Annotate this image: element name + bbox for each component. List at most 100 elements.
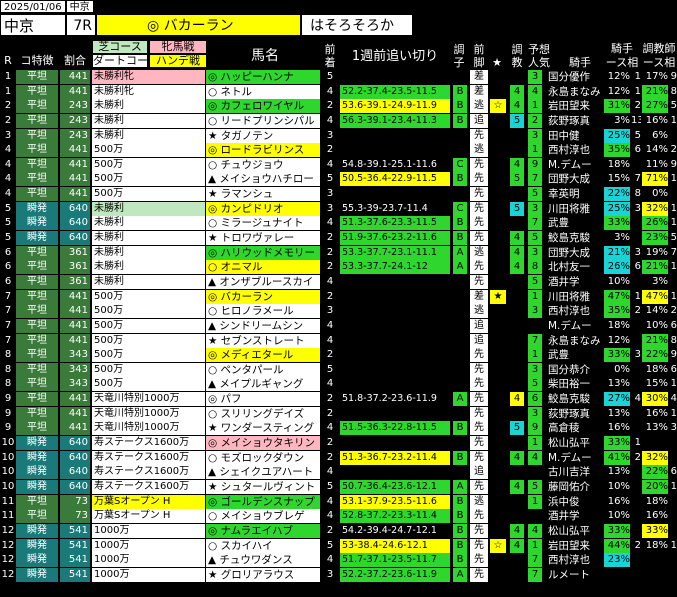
workout-cell (340, 407, 450, 421)
jockey-rank-cell (631, 363, 641, 377)
table-row[interactable]: 12 瞬発 541 1000万 ◎ ナムラエイハブ 2 54.2-39.4-24.7-12.… (0, 523, 677, 539)
course-trait-cell: 平坦 (16, 289, 58, 304)
jockey-cell: 浜中俊 (548, 495, 580, 508)
table-row[interactable]: 3 平坦 243 未勝利 ★ タガノテン 3 先 3 田中健 25% 5 6% (0, 128, 677, 144)
class-cell: 万葉Sオープン H (92, 509, 206, 524)
jockey-cell: 岩田望来 (548, 100, 590, 113)
jockey-cell: 西村淳也 (548, 144, 590, 157)
prev-finish-cell: 3 (326, 305, 334, 317)
class-cell: 未勝利 (92, 260, 206, 275)
table-row[interactable]: 8 平坦 343 500万 ○ ペンタパール 5 先 3 国分恭介 0% 18% 6 (0, 362, 677, 378)
col-pop-2: 人気 (528, 56, 550, 69)
course-trait-cell: 瞬発 (16, 450, 58, 465)
star-cell: ☆ (490, 99, 506, 114)
course-trait-cell: 平坦 (16, 494, 58, 509)
jockey-rate-cell: 10% (607, 480, 630, 492)
trainer-rank-cell: 1 (670, 202, 677, 214)
prev-finish-cell: 4 (326, 114, 334, 126)
ratio-cell: 243 (60, 99, 90, 114)
prev-finish-cell: 2 (326, 144, 334, 156)
race-cell: 9 (4, 393, 12, 405)
table-row[interactable]: 9 平坦 441 天竜川特別1000万 ◎ パフ 2 51.8-37.2-23.6-11.9… (0, 392, 677, 407)
trainer-rank-cell (668, 187, 677, 201)
table-row[interactable]: 4 平坦 441 500万 ◎ ロードラビリンス 2 逃 1 西村淳也 35% 6 14% 2 (0, 143, 677, 158)
col-workout: 1週前追い切り (351, 49, 439, 64)
jockey-rank-cell: 13 (631, 114, 641, 126)
table-row[interactable]: 10 瞬発 640 寿ステークス1600万 ★ シュタールヴィント 5 50.7-36.4-… (0, 479, 677, 495)
trainer-rank-cell: 1 (670, 261, 677, 273)
table-row[interactable]: 7 平坦 441 500万 ▲ シンドリームシン 4 追 M.デムー 18% 10% 6 (0, 318, 677, 334)
table-row[interactable]: 10 瞬発 640 寿ステークス1600万 ◎ メイショウタキリン 2 先 1 松山弘平 33% 1 (0, 436, 677, 451)
race-cell: 4 (4, 173, 12, 185)
table-row[interactable]: 2 平坦 243 未勝利 ○ リードプリンシパル 4 56.3-39.1-23.4-11.3… (0, 113, 677, 129)
table-row[interactable]: 5 瞬発 640 未勝利 ★ トロワヴァレー 2 51.9-37.6-23.2-11.6 B 先… (0, 231, 677, 246)
table-row[interactable]: 5 瞬発 640 未勝利 ◎ カンピドリオ 3 55.3-39-23.7-11.4 C 先 5 3 川… (0, 201, 677, 217)
jockey-cell: 酒井学 (548, 510, 580, 523)
workout-cell: 52.2-37.4-23.5-11.5 (340, 84, 450, 99)
race-cell: 7 (4, 334, 12, 346)
trainer-rate-cell: 21% (642, 333, 668, 348)
trainer-rank-cell: 2 (670, 305, 677, 317)
jockey-cell: ルメート (548, 568, 590, 581)
star-cell (490, 304, 506, 318)
training-cell: 5 (510, 113, 524, 128)
jockey-rank-cell (631, 421, 641, 435)
table-row[interactable]: 8 平坦 343 500万 ▲ メイプルギャング 4 先 5 柴田裕一 13% 15% 1 (0, 377, 677, 392)
table-row[interactable]: 7 平坦 441 500万 ○ ヒロノラメール 3 逃 3 西村淳也 35% 2 14% 2 (0, 304, 677, 319)
table-row[interactable]: 7 平坦 441 500万 ◎ バカーラン 2 差 ★ 1 川田将雅 47% 1 47% 1 (0, 289, 677, 305)
ratio-cell: 441 (60, 421, 90, 436)
pace-cell: 追 (470, 113, 488, 128)
jockey-rate-cell: 22% (604, 187, 630, 202)
table-row[interactable]: 4 平坦 441 500万 ○ チュウジョウ 4 54.8-39.1-25.1-11.6 C 先… (0, 157, 677, 173)
trainer-rank-cell: 6 (670, 319, 677, 331)
horse-name-cell: ○ メイショウブレゲ (206, 509, 321, 524)
jockey-cell: 藤岡佑介 (548, 480, 590, 493)
table-row[interactable]: 1 平坦 441 未勝利牝 ◎ ハッピーハンナ 5 差 3 国分優作 12% 1 17% 9 (0, 70, 677, 85)
table-row[interactable]: 1 平坦 441 未勝利牝 ○ ネトル 4 52.2-37.4-23.5-11.5 B 差 4 4 永… (0, 84, 677, 100)
favorite-horse: ◎ バカーラン (96, 14, 301, 36)
course-trait-cell: 瞬発 (16, 553, 58, 568)
course-trait-cell: 平坦 (16, 274, 58, 289)
table-row[interactable]: 12 瞬発 541 1000万 ★ グロリアラウス 3 52.2-37.2-23.6-11.… (0, 567, 677, 583)
prev-finish-cell: 4 (326, 422, 334, 434)
table-row[interactable]: 5 瞬発 640 未勝利 ○ ミラージュナイト 4 51.3-37.6-23.3-11.5 B… (0, 216, 677, 231)
table-row[interactable]: 4 平坦 441 500万 ▲ メイショウハチロー 5 50.5-36.4-22.9-11.… (0, 172, 677, 187)
table-row[interactable]: 8 平坦 343 500万 ◎ メディエタール 2 先 1 武豊 33% 3 22% 9 (0, 348, 677, 363)
table-row[interactable]: 9 平坦 441 天竜川特別1000万 ★ ワンダースティング 4 51.5-36.3-22… (0, 421, 677, 436)
table-row[interactable]: 2 平坦 243 未勝利 ◎ カフェロワイヤル 2 53.6-39.1-24.9-11.9 B… (0, 99, 677, 114)
training-cell: 4 (510, 99, 524, 114)
col-horse-name: 馬名 (251, 48, 279, 64)
prev-finish-cell: 5 (326, 363, 334, 375)
place-label: 中京 (65, 0, 94, 13)
race-cell: 4 (4, 158, 12, 170)
table-row[interactable]: 6 平坦 361 未勝利 ▲ オンザブルースカイ 4 先 5 酒井学 10% 3% (0, 274, 677, 290)
prev-finish-cell: 2 (326, 393, 334, 405)
table-row[interactable]: 12 瞬発 541 1000万 ▲ チュウワダンス 4 51.7-37.1-23.5-11.… (0, 553, 677, 568)
trainer-rank-cell: 1 (670, 407, 677, 419)
pace-cell: 先 (470, 406, 488, 421)
horse-name-cell: ▲ メイショウハチロー (206, 172, 321, 187)
table-row[interactable]: 10 瞬発 640 寿ステークス1600万 ○ モズロックダウン 2 51.3-36.7-2… (0, 450, 677, 466)
class-cell: 500万 (92, 289, 206, 304)
popularity-cell (528, 319, 542, 333)
table-row[interactable]: 6 平坦 361 未勝利 ○ オニマル 2 53.3-37.7-24.1-12 A 先 4 8 北村友… (0, 260, 677, 275)
table-row[interactable]: 11 平坦 73 万葉Sオープン H ◎ ゴールデンスナップ 4 53.1-37.9-23.… (0, 494, 677, 510)
trainer-rank-cell: 7 (670, 246, 677, 258)
course-trait-cell: 瞬発 (16, 465, 58, 480)
table-row[interactable]: 11 平坦 73 万葉Sオープン H ○ メイショウブレゲ 4 52.8-37.2-23.3… (0, 509, 677, 524)
condition-cell (453, 143, 467, 157)
jockey-cell: 古川吉洋 (548, 466, 590, 479)
table-row[interactable]: 4 平坦 441 500万 ★ ラマンシュ 3 先 5 幸英明 22% 8 0% (0, 187, 677, 202)
table-row[interactable]: 6 平坦 361 未勝利 ◎ ハリウッドメモリー 2 53.3-37.7-23.1-11.1… (0, 245, 677, 261)
ratio-cell: 441 (60, 333, 90, 348)
class-cell: 未勝利 (92, 274, 206, 289)
horse-name-cell: ◎ カフェロワイヤル (206, 99, 321, 114)
table-row[interactable]: 7 平坦 441 500万 ★ セブンストレート 4 追 7 永島まなみ 12% 21% 8 (0, 333, 677, 349)
workout-cell: 53.3-37.7-23.1-11.1 (340, 245, 450, 260)
ratio-cell: 441 (60, 84, 90, 99)
table-row[interactable]: 9 平坦 441 天竜川特別1000万 ○ スリリングデイズ 2 先 3 荻野琢真 13% 16% 1 (0, 406, 677, 422)
race-cell: 10 (1, 480, 15, 492)
table-row[interactable]: 10 瞬発 640 寿ステークス1600万 ▲ シェイクユアハート 4 追 古川吉洋 13% 22… (0, 465, 677, 480)
course-trait-cell: 平坦 (16, 84, 58, 99)
table-row[interactable]: 12 瞬発 541 1000万 ○ スカイハイ 5 53-38.4-24.6-12.1 B 先 ☆… (0, 538, 677, 554)
